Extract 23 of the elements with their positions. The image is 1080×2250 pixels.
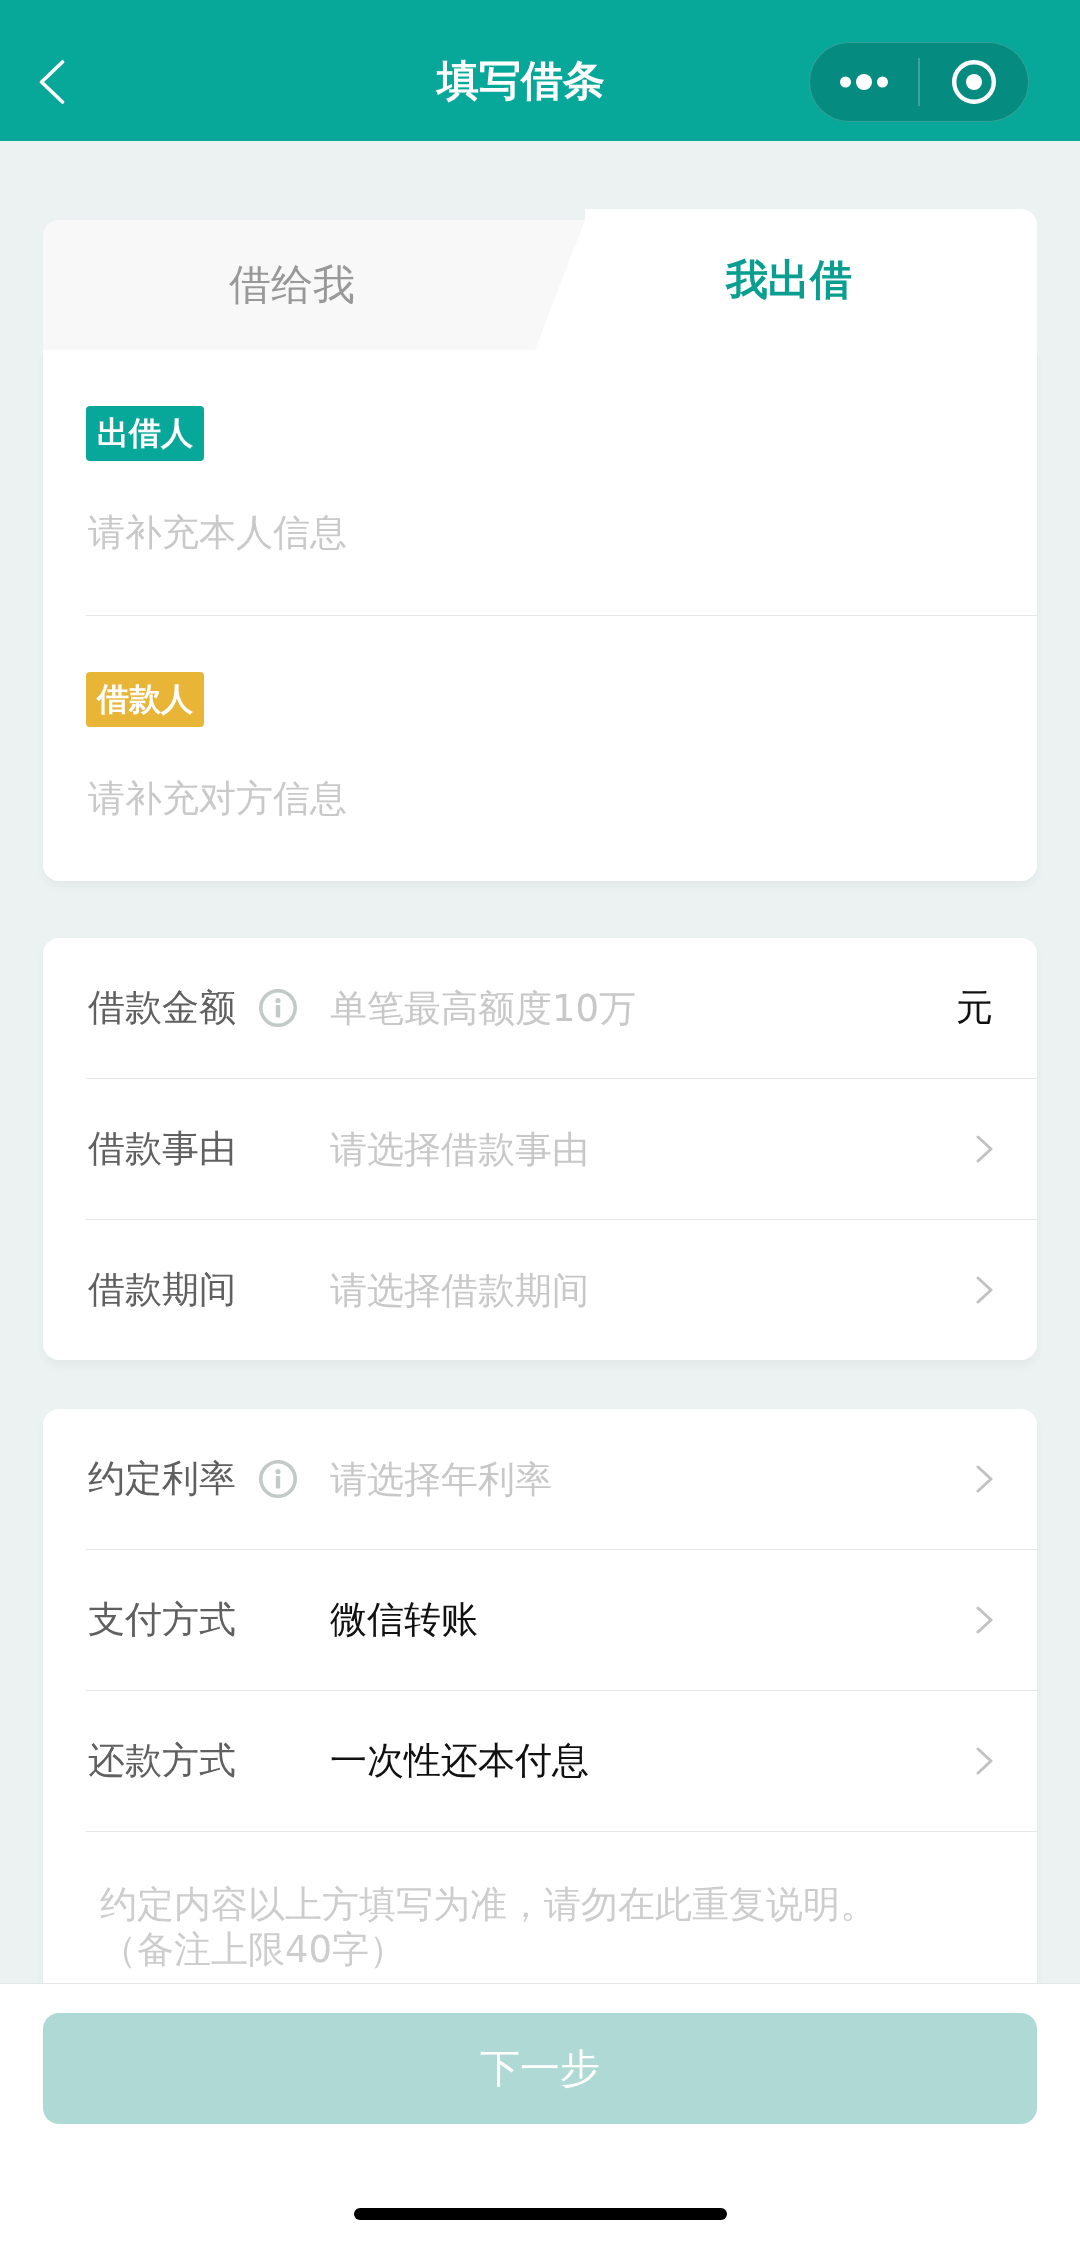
field-label: 借款事由 bbox=[88, 1126, 236, 1172]
chevron-right-icon bbox=[976, 1465, 993, 1493]
chevron-right-icon bbox=[976, 1606, 993, 1634]
select-field[interactable]: 一次性还本付息 bbox=[330, 1733, 976, 1789]
page-title: 填写借条 bbox=[437, 56, 605, 107]
field-label: 约定利率 bbox=[88, 1456, 236, 1502]
tab[interactable]: 借给我 bbox=[43, 220, 585, 350]
party-tag: 出借人 bbox=[86, 406, 204, 461]
field-label: 还款方式 bbox=[88, 1738, 236, 1784]
field-label: 支付方式 bbox=[88, 1597, 236, 1643]
tab[interactable]: 我出借 bbox=[585, 209, 1037, 350]
ring-dot-icon bbox=[951, 59, 996, 104]
unit-label: 元 bbox=[956, 985, 993, 1031]
back-icon bbox=[39, 59, 65, 104]
field-label: 借款金额 bbox=[88, 985, 236, 1031]
chevron-right-icon bbox=[976, 1747, 993, 1775]
party-tag: 借款人 bbox=[86, 672, 204, 727]
more-icon bbox=[840, 73, 889, 90]
chevron-right-icon bbox=[976, 1276, 993, 1304]
back-button[interactable] bbox=[39, 59, 65, 104]
field-label: 借款期间 bbox=[88, 1267, 236, 1313]
select-field[interactable]: 微信转账 bbox=[330, 1592, 976, 1648]
chevron-right-icon bbox=[976, 1135, 993, 1163]
